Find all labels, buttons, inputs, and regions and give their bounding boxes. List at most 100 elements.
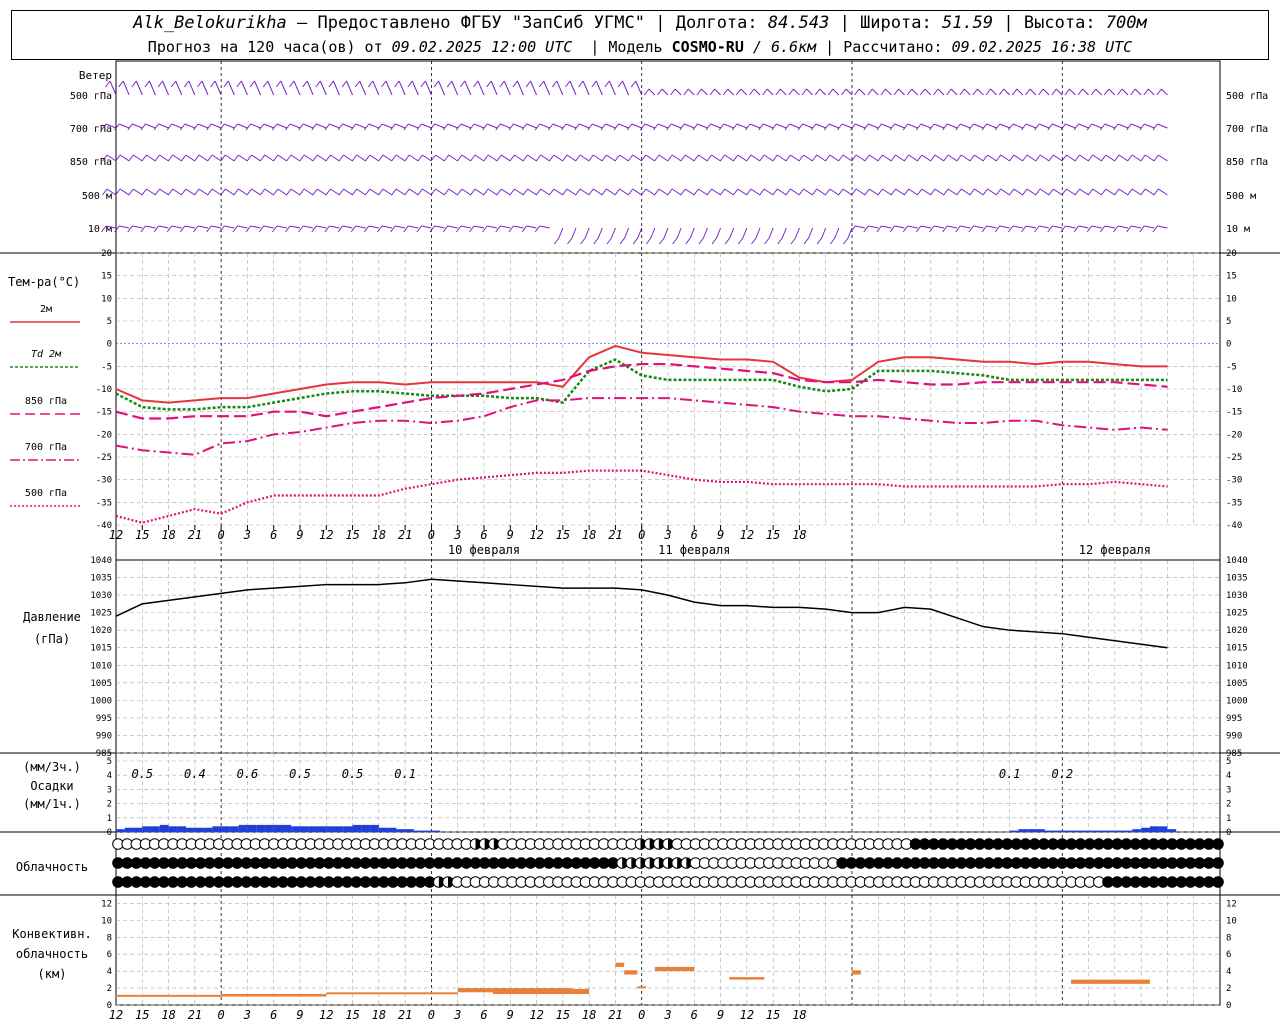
wind-barb [246,188,261,196]
wind-barb [430,154,445,162]
precip-3h-value: 0.4 [184,767,206,781]
temp-axis-label: Тем-ра(°C) [8,275,80,289]
wind-barb [1103,88,1116,96]
precip-bar [1167,829,1177,832]
wind-barb [1087,188,1102,196]
hour-label-bottom: 21 [188,1008,202,1022]
wind-barb [732,188,748,196]
pressure-tick: 990 [96,731,112,741]
wind-barb [1152,225,1168,233]
wind-barb [903,154,918,162]
wind-barb [933,88,945,96]
wind-barb [206,123,222,131]
wind-barb [417,154,432,162]
conv-tick: 2 [107,984,112,994]
wind-barb [548,154,564,162]
wind-barb [416,225,432,233]
hour-label-bottom: 15 [766,1008,780,1022]
wind-barb [456,188,472,196]
wind-barb [981,123,997,131]
precip-3h-value: 0.1 [999,767,1021,781]
hour-label-bottom: 3 [663,1008,671,1022]
wind-barb [771,123,787,131]
wind-barb [627,188,642,196]
wind-barb [814,88,827,96]
wind-barb [838,154,853,162]
hour-label: 15 [766,528,780,542]
hour-label: 12 [740,528,754,542]
wind-barb [785,188,800,196]
precip-bar [378,827,388,832]
wind-barb [955,225,971,233]
conv-tick-right: 8 [1226,933,1231,943]
wind-level-label: 10 м [88,224,112,235]
wind-barb [299,188,314,196]
temp-legend-label: 850 гПа [25,396,67,407]
wind-barb [785,154,800,162]
wind-barb [604,80,616,96]
wind-barb [245,225,261,233]
wind-barb [1048,188,1063,196]
precip-bar [186,827,195,832]
wind-barb [959,88,971,96]
wind-barb [732,154,748,162]
wind-barb [249,80,262,96]
wind-barb [619,227,630,245]
wind-barb [473,80,485,96]
hour-label-bottom: 0 [428,1008,435,1022]
wind-barb [956,188,971,196]
precip-bar [352,824,362,832]
wind-barb [1113,225,1129,233]
wind-barb [709,88,721,96]
wind-barb [600,123,616,131]
wind-barb [1074,154,1089,162]
wind-barb [429,225,445,233]
wind-barb [153,225,169,233]
wind-barb [654,188,669,196]
wind-barb [338,188,353,196]
conv-cloud-bar [654,966,695,972]
wind-barb [1113,123,1129,131]
wind-barb [626,123,642,131]
wind-barb [705,123,721,131]
hour-label-bottom: 18 [792,1008,806,1022]
wind-barb [459,80,472,96]
temp-tick: -5 [101,362,112,372]
wind-barb [654,154,669,162]
wind-barb [391,188,406,196]
wind-barb [443,188,458,196]
precip-3h-label: (мм/3ч.) [23,760,81,774]
temp-tick: -10 [96,385,112,395]
wind-barb [679,123,695,131]
wind-barb [972,88,984,96]
wind-barb [378,154,393,162]
wind-barb [877,188,892,196]
wind-barb [667,188,682,196]
wind-barb [735,88,748,96]
temp-legend-label: 500 гПа [25,488,67,499]
pressure-tick-right: 995 [1226,714,1242,724]
wind-barb [994,123,1010,131]
wind-barb [312,154,327,162]
wind-barb [258,123,274,131]
precip-bar [1132,829,1142,832]
wind-barb [183,80,196,96]
wind-barb [417,188,432,196]
wind-barb [1073,123,1089,131]
wind-barb [1073,225,1089,233]
conv-cloud-bar [492,988,572,994]
pressure-tick: 1035 [90,574,112,584]
wind-barb [588,154,603,162]
wind-barb [803,227,814,245]
wind-barb [838,188,853,196]
precip-bar [405,829,414,832]
conv-cloud-bar [221,994,327,997]
wind-barb [617,80,630,96]
wind-barb [1051,88,1063,96]
precip-bar [370,824,379,832]
wind-barb [271,123,288,131]
wind-barb [889,225,905,233]
hour-label: 21 [188,528,202,542]
wind-barb [968,225,984,233]
conv-tick: 4 [107,967,112,977]
